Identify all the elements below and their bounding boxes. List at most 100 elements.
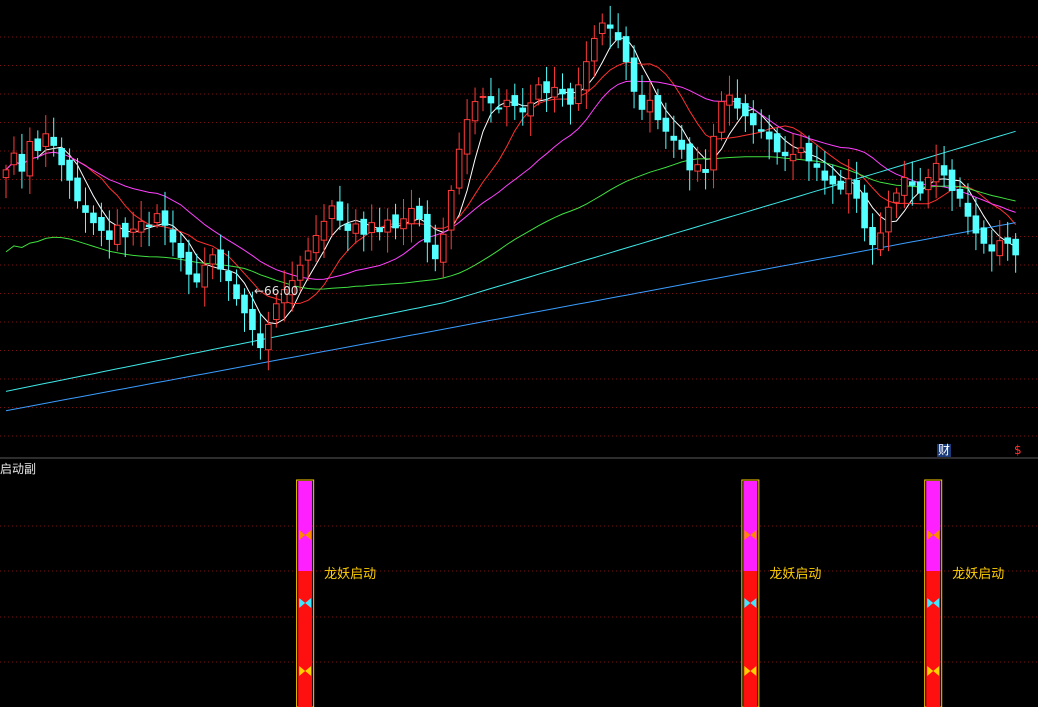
candle-body	[225, 270, 232, 282]
signal-bar-red	[298, 571, 313, 707]
candle-body	[209, 254, 216, 265]
candle-body	[1004, 237, 1012, 244]
candle-body	[344, 223, 352, 231]
candle-body	[50, 136, 58, 146]
candle-body	[169, 229, 177, 243]
candle-body	[559, 88, 566, 95]
candle-body	[106, 230, 113, 240]
candle-body	[201, 264, 209, 288]
candle-body	[932, 162, 940, 183]
candle-body	[837, 180, 845, 190]
candle-body	[638, 94, 646, 110]
candle-body	[328, 205, 336, 220]
candle-body	[1012, 238, 1019, 256]
candle-body	[972, 215, 980, 234]
candle-body	[82, 205, 89, 213]
candle-body	[416, 205, 423, 220]
candle-body	[2, 169, 10, 179]
candle-body	[503, 99, 511, 108]
candle-body	[781, 151, 789, 157]
candle-body	[901, 177, 908, 196]
candle-body	[296, 264, 304, 281]
ma250-line	[5, 222, 1016, 412]
candle-body	[511, 95, 519, 106]
candle-body	[821, 170, 829, 181]
candle-body	[527, 102, 535, 117]
candle-body	[400, 218, 407, 230]
candle-body	[956, 188, 964, 199]
candle-body	[439, 233, 447, 263]
candle-body	[694, 164, 701, 172]
candle-body	[543, 81, 550, 94]
candle-body	[551, 86, 558, 98]
candle-body	[686, 143, 694, 171]
candle-body	[877, 232, 884, 251]
candle-body	[90, 212, 97, 224]
candle-body	[145, 224, 153, 228]
candle-body	[10, 152, 18, 166]
candle-body	[622, 36, 630, 63]
candle-body	[114, 224, 121, 245]
ma20-line	[5, 80, 1016, 280]
candle-body	[742, 103, 749, 117]
finance-tag[interactable]: 财	[937, 444, 952, 457]
candle-body	[702, 168, 709, 173]
candle-body	[241, 294, 248, 314]
candle-body	[773, 133, 781, 153]
candle-body	[360, 218, 368, 235]
candle-body	[129, 228, 137, 233]
ma5-line	[5, 37, 1016, 325]
candle-body	[42, 133, 50, 147]
candle-body	[964, 202, 972, 217]
candle-body	[249, 308, 256, 331]
candle-body	[265, 323, 272, 351]
candle-body	[320, 220, 328, 241]
candle-body	[845, 178, 853, 195]
candle-body	[424, 213, 431, 243]
candle-body	[98, 217, 105, 231]
candle-body	[797, 147, 805, 154]
low-price-annotation: ←66.00	[254, 284, 299, 298]
signal-label: 龙妖启动	[324, 567, 377, 582]
candle-body	[161, 210, 169, 226]
candle-body	[408, 207, 415, 225]
candle-body	[153, 213, 161, 224]
candle-body	[66, 159, 73, 181]
candle-body	[257, 333, 264, 349]
signal-bars	[296, 479, 943, 707]
candle-body	[829, 175, 837, 185]
candle-body	[853, 179, 860, 199]
candle-body	[750, 113, 757, 126]
sub-panel-label: 启动副	[0, 462, 37, 476]
candles	[2, 5, 1019, 371]
candle-body	[392, 214, 399, 229]
candle-body	[718, 101, 725, 133]
signal-label: 龙妖启动	[952, 567, 1005, 582]
candle-body	[583, 61, 590, 91]
candle-body	[916, 181, 924, 194]
candle-body	[432, 244, 439, 260]
candle-body	[74, 177, 81, 202]
signal-bar-magenta	[743, 481, 758, 571]
candle-body	[710, 135, 717, 171]
candle-body	[495, 107, 503, 110]
signal-label: 龙妖启动	[769, 567, 822, 582]
candle-body	[893, 192, 900, 203]
candle-body	[352, 223, 360, 234]
candle-body	[757, 129, 765, 132]
candle-body	[606, 24, 614, 29]
candle-body	[304, 250, 312, 261]
candle-body	[193, 273, 201, 283]
candle-body	[678, 139, 686, 150]
candle-body	[861, 192, 868, 229]
candle-body	[121, 222, 129, 238]
candle-body	[654, 95, 662, 121]
candle-body	[734, 97, 741, 109]
candle-body	[26, 141, 34, 177]
candle-body	[384, 219, 391, 233]
candle-body	[487, 96, 495, 104]
signal-bar-red	[926, 571, 941, 707]
dollar-tag[interactable]: $	[1014, 444, 1022, 457]
candle-body	[575, 84, 582, 105]
candle-body	[813, 163, 821, 168]
